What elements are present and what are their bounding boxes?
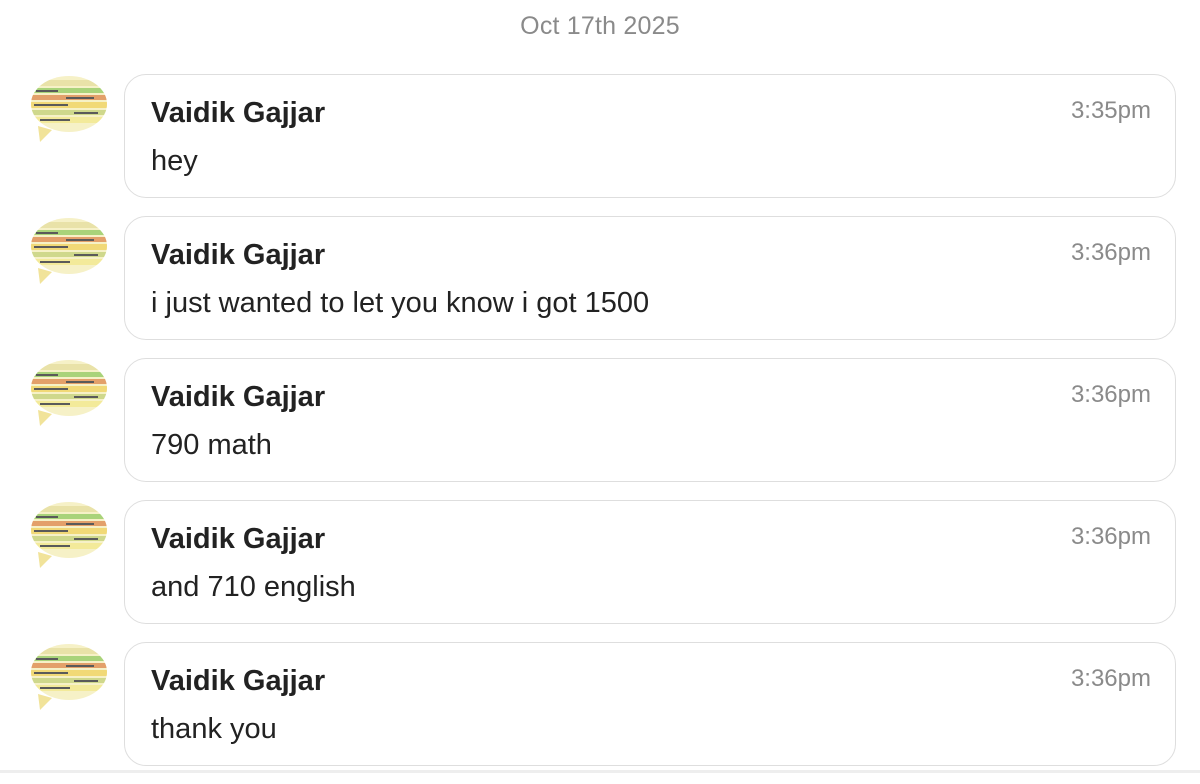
message-row: Vaidik Gajjar 3:36pm and 710 english	[0, 500, 1200, 626]
message-text: hey	[151, 145, 198, 177]
message-bubble[interactable]: Vaidik Gajjar 3:36pm and 710 english	[124, 500, 1176, 624]
sender-name[interactable]: Vaidik Gajjar	[151, 97, 325, 130]
code-snippet-avatar-icon	[31, 360, 107, 426]
sender-name[interactable]: Vaidik Gajjar	[151, 523, 325, 556]
code-snippet-avatar-icon	[31, 502, 107, 568]
message-row: Vaidik Gajjar 3:35pm hey	[0, 74, 1200, 200]
message-time: 3:36pm	[1070, 523, 1151, 550]
message-bubble[interactable]: Vaidik Gajjar 3:35pm hey	[124, 74, 1176, 198]
sender-name[interactable]: Vaidik Gajjar	[151, 665, 325, 698]
message-text: thank you	[151, 713, 277, 745]
date-header: Oct 17th 2025	[520, 12, 680, 40]
avatar[interactable]	[30, 358, 108, 426]
code-snippet-avatar-icon	[31, 644, 107, 710]
message-row: Vaidik Gajjar 3:36pm 790 math	[0, 358, 1200, 484]
sender-name[interactable]: Vaidik Gajjar	[151, 381, 325, 414]
avatar[interactable]	[30, 216, 108, 284]
message-bubble[interactable]: Vaidik Gajjar 3:36pm i just wanted to le…	[124, 216, 1176, 340]
message-time: 3:36pm	[1070, 665, 1151, 692]
message-text: and 710 english	[151, 571, 356, 603]
code-snippet-avatar-icon	[31, 218, 107, 284]
code-snippet-avatar-icon	[31, 76, 107, 142]
message-time: 3:36pm	[1070, 381, 1151, 408]
avatar[interactable]	[30, 74, 108, 142]
message-list: Vaidik Gajjar 3:35pm hey Vaidik Gajjar 3…	[0, 74, 1200, 784]
message-bubble[interactable]: Vaidik Gajjar 3:36pm thank you	[124, 642, 1176, 766]
message-text: i just wanted to let you know i got 1500	[151, 287, 650, 319]
message-row: Vaidik Gajjar 3:36pm i just wanted to le…	[0, 216, 1200, 342]
avatar[interactable]	[30, 642, 108, 710]
message-row: Vaidik Gajjar 3:36pm thank you	[0, 642, 1200, 768]
avatar[interactable]	[30, 500, 108, 568]
message-text: 790 math	[151, 429, 272, 461]
sender-name[interactable]: Vaidik Gajjar	[151, 239, 325, 272]
message-bubble[interactable]: Vaidik Gajjar 3:36pm 790 math	[124, 358, 1176, 482]
message-time: 3:35pm	[1070, 97, 1151, 124]
message-time: 3:36pm	[1070, 239, 1151, 266]
